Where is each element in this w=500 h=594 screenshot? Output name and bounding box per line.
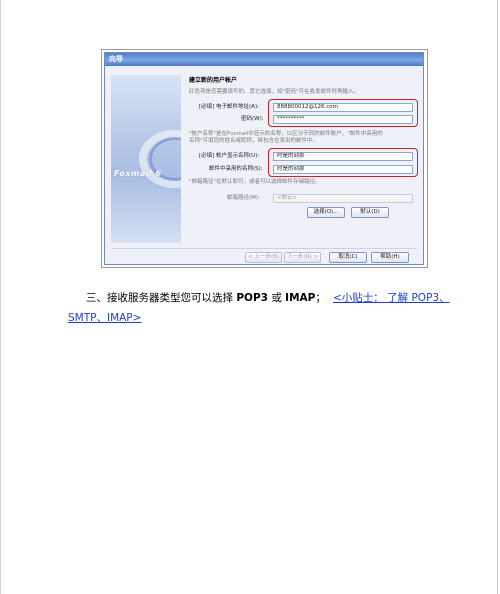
account-note-line2: 名称"可填您的姓名或昵称，将包含在发出的邮件中。 bbox=[189, 138, 319, 144]
email-label: [必填] 电子邮件地址(A): bbox=[199, 104, 259, 110]
foxmail-logo-text: Foxmail 6 bbox=[114, 169, 162, 178]
tip-link-line2[interactable]: SMTP、IMAP> bbox=[68, 307, 141, 329]
window-titlebar: 向导 bbox=[105, 53, 423, 66]
step-three-text: 三、接收服务器类型您可以选择 POP3 或 IMAP； bbox=[86, 287, 326, 309]
pop3-text: POP3 bbox=[236, 292, 268, 304]
account-note-line1: "帐户名称"是在Foxmail中显示的名称，以区分不同的邮件帐户。"邮件中采用的 bbox=[189, 131, 383, 137]
foxmail-banner-image: Foxmail 6 bbox=[111, 75, 181, 243]
select-path-button[interactable]: 选择(O)... bbox=[307, 207, 345, 218]
required-note: 红色项是您需要填写的。其它选填，如"密码"可在收发邮件时再输入。 bbox=[189, 89, 360, 95]
back-button[interactable]: < 上一步(B) bbox=[245, 252, 282, 263]
account-name-label: [必填] 帐户显示名称(U): bbox=[199, 153, 260, 159]
default-path-button[interactable]: 默认(D) bbox=[351, 207, 389, 218]
email-highlight-box bbox=[268, 99, 418, 127]
window-title: 向导 bbox=[109, 55, 123, 63]
wizard-content: 建立新的用户帐户 红色项是您需要填写的。其它选填，如"密码"可在收发邮件时再输入… bbox=[187, 75, 419, 235]
mailbox-path-field[interactable]: <默认> bbox=[273, 194, 413, 203]
foxmail-wizard-window: 向导 Foxmail 6 建立新的用户帐户 红色项是您需要填写的。其它选填，如"… bbox=[104, 52, 424, 265]
imap-text: IMAP bbox=[285, 292, 316, 304]
account-highlight-box bbox=[268, 148, 418, 177]
mailbox-note: "邮箱路径"在默认即可，或者可以选择邮件存储路径。 bbox=[189, 179, 321, 185]
password-label: 密码(W): bbox=[241, 116, 264, 122]
section-heading: 建立新的用户帐户 bbox=[189, 77, 238, 84]
page-edge-left bbox=[0, 0, 1, 594]
help-button[interactable]: 帮助(H) bbox=[371, 252, 409, 263]
tip-link-line1[interactable]: <小贴士： 了解 POP3、 bbox=[333, 287, 450, 309]
page-edge-right bbox=[497, 0, 498, 594]
step-text-suffix: ； bbox=[315, 292, 326, 304]
or-text: 或 bbox=[271, 292, 282, 304]
step-text-prefix: 三、接收服务器类型您可以选择 bbox=[86, 292, 233, 304]
mailbox-path-label: 邮箱路径(M): bbox=[227, 195, 260, 201]
footer-separator bbox=[111, 248, 417, 249]
sender-name-label: 邮件中采用的名称(S): bbox=[209, 166, 263, 172]
cancel-button[interactable]: 取消(C) bbox=[329, 252, 367, 263]
next-button[interactable]: 下一步(N) > bbox=[284, 252, 321, 263]
